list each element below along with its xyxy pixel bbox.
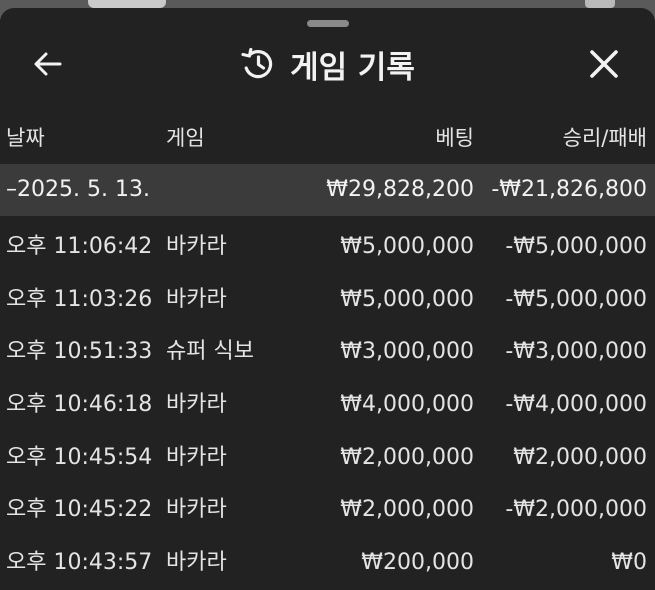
row-game: 바카라 [166,550,227,576]
row-game: 바카라 [166,444,227,470]
table-row[interactable]: 오후 10:46:18 바카라 ₩4,000,000 -₩4,000,000 [0,379,655,432]
column-header-bet: 베팅 [435,126,474,150]
row-result: -₩3,000,000 [505,339,647,365]
page-title-text: 게임 기록 [290,49,415,86]
column-header-game: 게임 [166,126,205,150]
row-bet: ₩5,000,000 [340,286,474,312]
row-bet: ₩2,000,000 [340,444,474,470]
row-result: -₩2,000,000 [505,497,647,523]
row-time: 오후 10:43:57 [6,550,153,576]
table-row[interactable]: 오후 10:45:22 바카라 ₩2,000,000 -₩2,000,000 [0,484,655,537]
row-bet: ₩5,000,000 [340,234,474,259]
row-result: -₩5,000,000 [505,234,647,259]
sheet-drag-handle[interactable] [307,20,349,27]
table-header: 날짜 게임 베팅 승리/패배 [0,112,655,164]
row-time: 오후 11:03:26 [6,286,153,312]
table-row[interactable]: 오후 11:06:42 바카라 ₩5,000,000 -₩5,000,000 [0,221,655,274]
date-group-summary-row[interactable]: –2025. 5. 13. ₩29,828,200 -₩21,826,800 [0,164,655,216]
close-button[interactable] [584,44,624,84]
header: 게임 기록 [0,34,655,92]
summary-result-total: -₩21,826,800 [491,177,647,202]
table-row[interactable]: 오후 10:45:54 바카라 ₩2,000,000 ₩2,000,000 [0,432,655,485]
background-decoration [585,0,615,8]
row-time: 오후 10:51:33 [6,339,153,365]
row-bet: ₩2,000,000 [340,497,474,523]
table-row[interactable]: 오후 10:43:57 바카라 ₩200,000 ₩0 [0,537,655,590]
row-time: 오후 10:46:18 [6,392,153,418]
row-bet: ₩200,000 [361,550,474,576]
row-game: 슈퍼 식보 [166,339,254,365]
row-result: -₩4,000,000 [505,392,647,418]
row-time: 오후 11:06:42 [6,234,153,259]
game-history-sheet: 게임 기록 날짜 게임 베팅 승리/패배 –2025. 5. 13. ₩29,8… [0,8,655,590]
row-game: 바카라 [166,497,227,523]
row-result: ₩2,000,000 [513,444,647,470]
page-title: 게임 기록 [0,42,655,86]
row-bet: ₩3,000,000 [340,339,474,365]
column-header-date: 날짜 [6,126,45,150]
row-result: ₩0 [611,550,647,576]
row-time: 오후 10:45:22 [6,497,153,523]
row-bet: ₩4,000,000 [340,392,474,418]
row-result: -₩5,000,000 [505,286,647,312]
summary-bet-total: ₩29,828,200 [326,177,474,202]
row-game: 바카라 [166,392,227,418]
row-time: 오후 10:45:54 [6,444,153,470]
history-icon [240,46,276,82]
column-header-result: 승리/패배 [562,126,647,150]
game-record-list: 오후 11:06:42 바카라 ₩5,000,000 -₩5,000,000 오… [0,221,655,590]
close-icon [590,50,618,78]
table-row[interactable]: 오후 11:03:26 바카라 ₩5,000,000 -₩5,000,000 [0,274,655,327]
table-row[interactable]: 오후 10:51:33 슈퍼 식보 ₩3,000,000 -₩3,000,000 [0,326,655,379]
row-game: 바카라 [166,234,227,259]
summary-date: –2025. 5. 13. [6,177,150,202]
row-game: 바카라 [166,286,227,312]
background-decoration [88,0,166,8]
